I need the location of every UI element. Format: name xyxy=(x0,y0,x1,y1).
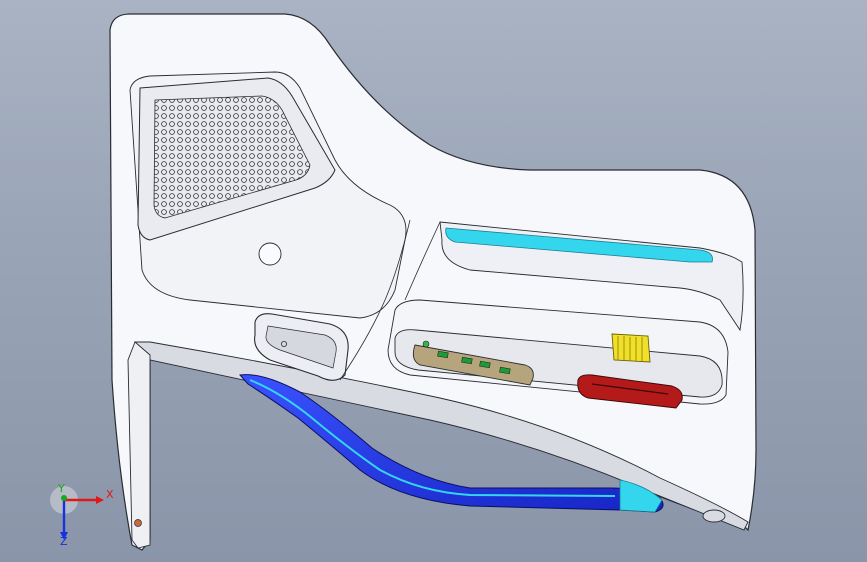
y-axis-label: Y xyxy=(57,482,65,495)
lock-indicator xyxy=(422,340,430,348)
trim-plug xyxy=(258,242,282,266)
door-panel-model[interactable] xyxy=(0,0,867,562)
x-axis-label: X xyxy=(106,488,114,501)
left-post xyxy=(127,341,151,549)
cad-viewport[interactable]: X Y Z xyxy=(0,0,867,562)
z-axis-label: Z xyxy=(60,535,68,546)
mounting-clip xyxy=(702,509,726,523)
axis-triad: X Y Z xyxy=(50,482,114,546)
y-axis-icon xyxy=(61,495,67,501)
screw-hole xyxy=(134,519,142,527)
